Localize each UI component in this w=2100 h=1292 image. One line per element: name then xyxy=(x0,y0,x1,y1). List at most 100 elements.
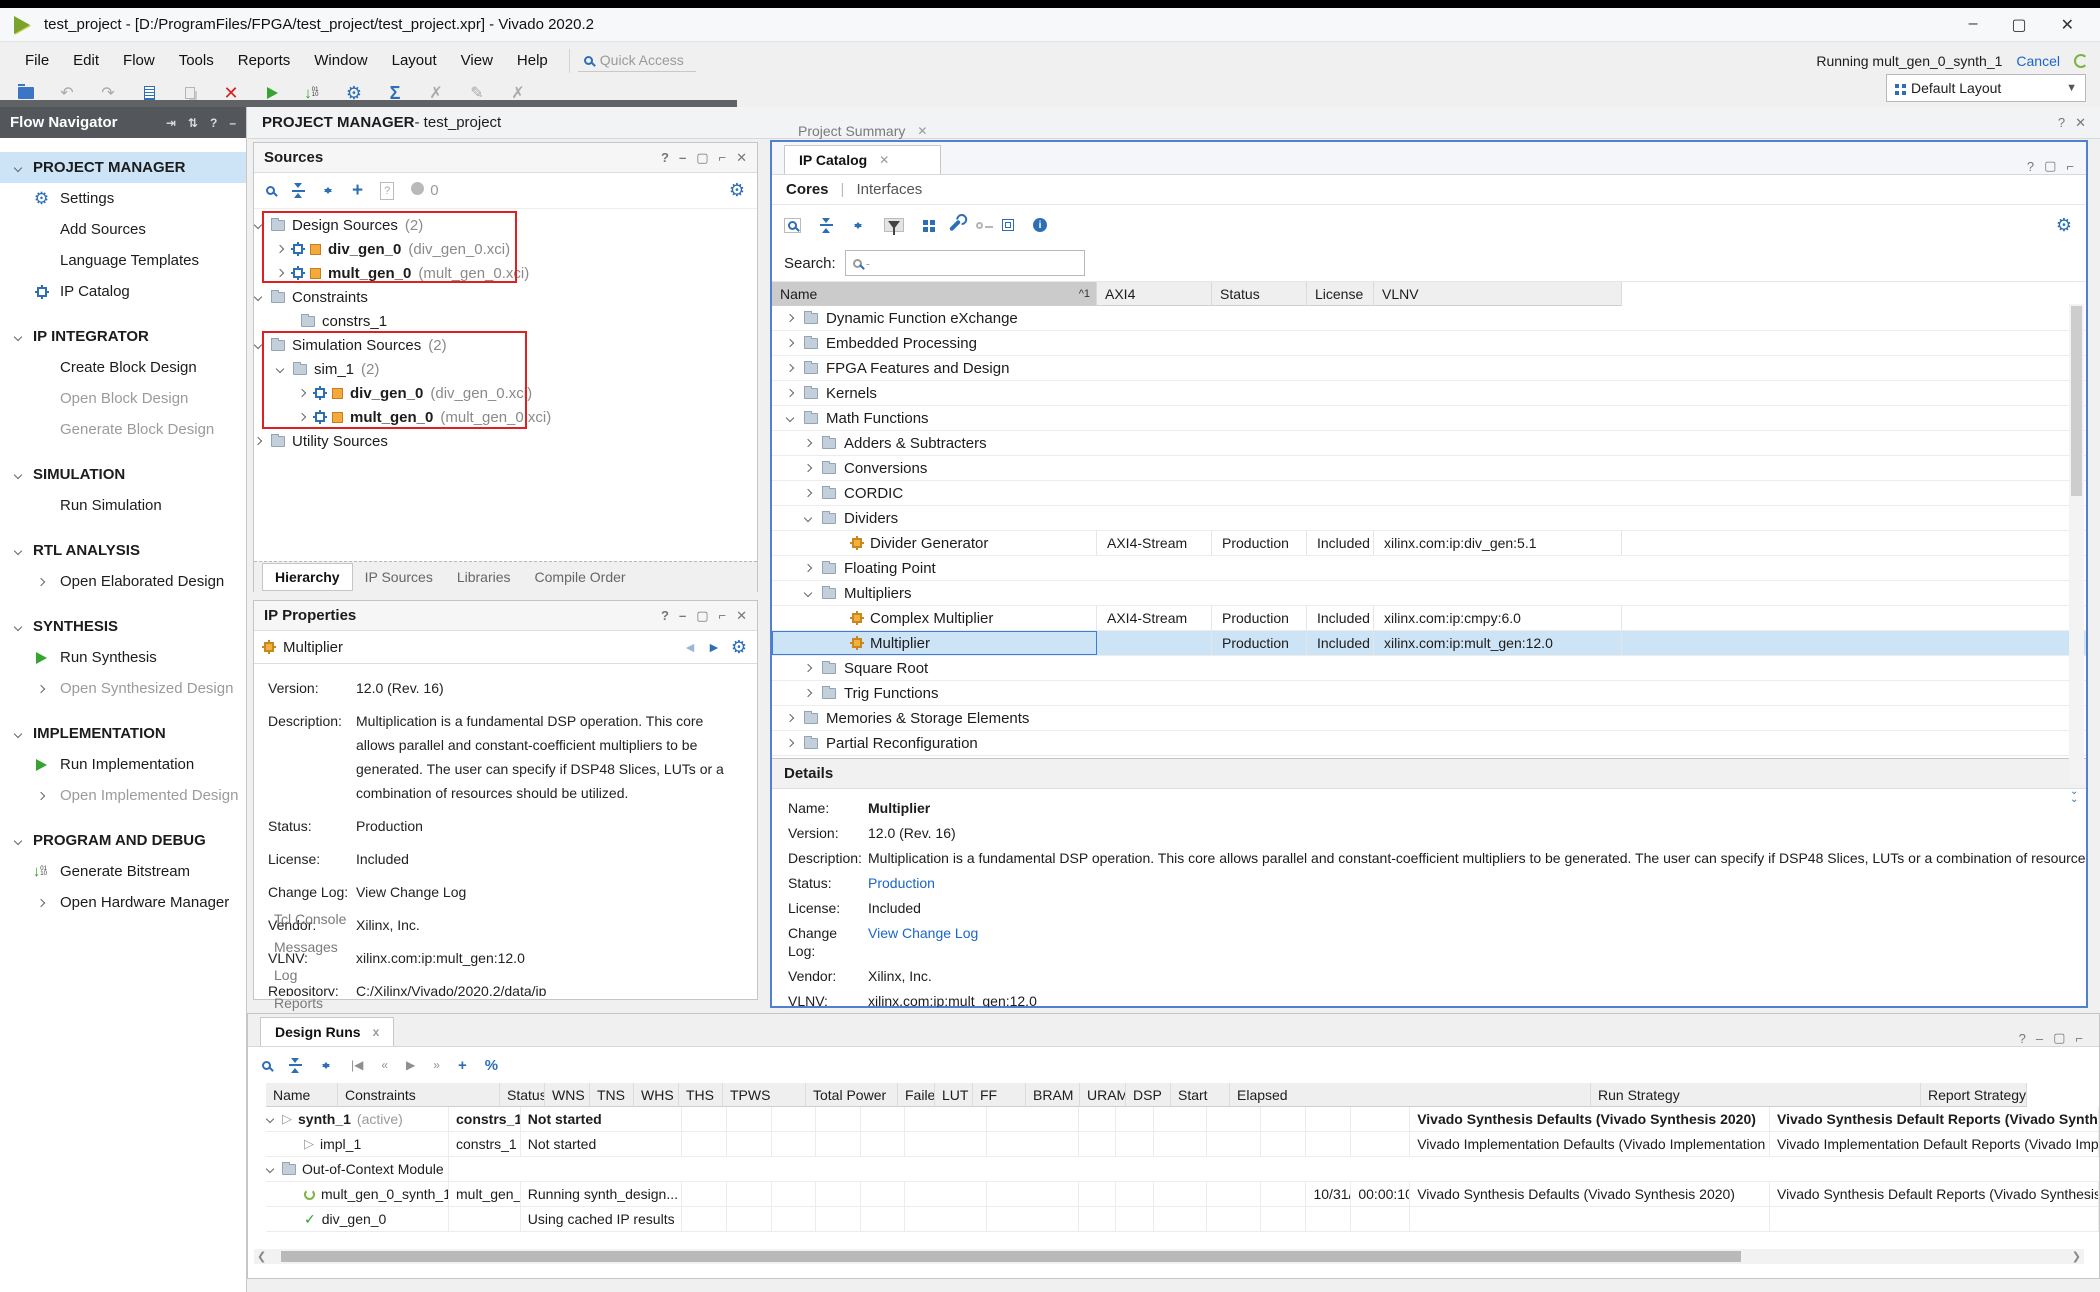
percent-icon[interactable]: % xyxy=(485,1057,498,1074)
column-header[interactable]: WNS xyxy=(545,1083,590,1107)
results-tab[interactable]: Design Runs x xyxy=(260,1017,394,1046)
expand-chevron-icon[interactable] xyxy=(834,613,844,623)
flow-nav-item[interactable]: Run Synthesis xyxy=(0,642,246,673)
sources-tab[interactable]: IP Sources xyxy=(353,564,445,590)
expand-chevron-icon[interactable] xyxy=(298,412,308,422)
menu-item[interactable]: Reports xyxy=(227,48,302,73)
column-header[interactable]: Constraints xyxy=(338,1083,500,1107)
menu-item[interactable]: Window xyxy=(303,48,378,73)
expand-chevron-icon[interactable] xyxy=(276,244,286,254)
column-header[interactable]: URAM xyxy=(1080,1083,1126,1107)
column-header-license[interactable]: License xyxy=(1307,282,1374,306)
document-tab[interactable]: IP Catalog ✕ xyxy=(784,145,941,174)
close-icon[interactable]: ✕ xyxy=(2061,15,2074,35)
customize-icon[interactable] xyxy=(949,219,961,231)
expand-chevron-icon[interactable] xyxy=(254,292,264,302)
close-icon[interactable]: ✕ xyxy=(2075,115,2086,131)
expand-chevron-icon[interactable] xyxy=(804,563,814,573)
column-header[interactable]: Report Strategy xyxy=(1921,1083,2027,1107)
close-panel-icon[interactable]: ✕ xyxy=(736,608,747,624)
flow-nav-item[interactable]: Add Sources xyxy=(0,214,246,245)
scrollbar-thumb[interactable] xyxy=(281,1251,1741,1262)
help-icon[interactable]: ? xyxy=(2019,1031,2026,1046)
layout-selector[interactable]: Default Layout ▼ xyxy=(1886,74,2086,102)
catalog-row[interactable]: Math Functions xyxy=(772,406,2086,431)
menu-item[interactable]: Help xyxy=(506,48,559,73)
catalog-row[interactable]: Partial Reconfiguration xyxy=(772,731,2086,756)
flow-nav-section-header[interactable]: IMPLEMENTATION xyxy=(0,718,246,749)
column-header[interactable]: Total Power xyxy=(806,1083,898,1107)
results-tab[interactable]: Log xyxy=(260,961,394,989)
expand-chevron-icon[interactable] xyxy=(786,338,796,348)
interfaces-tab[interactable]: Interfaces xyxy=(856,181,922,198)
catalog-search-input[interactable]: - xyxy=(845,250,1085,276)
scroll-down-icon[interactable]: ⌄⌄ xyxy=(2070,788,2078,804)
scroll-right-icon[interactable]: ❯ xyxy=(2069,1250,2084,1263)
flow-nav-item[interactable]: Create Block Design xyxy=(0,352,246,383)
close-tab-icon[interactable]: x xyxy=(373,1025,380,1039)
results-tab[interactable]: Reports xyxy=(260,989,394,1017)
column-header[interactable]: Elapsed xyxy=(1230,1083,1591,1107)
column-header[interactable]: TNS xyxy=(590,1083,634,1107)
expand-chevron-icon[interactable] xyxy=(834,638,844,648)
expand-chevron-icon[interactable] xyxy=(266,1164,276,1174)
source-tree-row[interactable]: Utility Sources xyxy=(254,429,757,453)
forward-arrow-icon[interactable]: ► xyxy=(707,639,721,655)
chevron-down-icon[interactable] xyxy=(14,836,24,846)
minimize-panel-icon[interactable]: – xyxy=(679,608,686,623)
expand-all-icon[interactable] xyxy=(322,183,335,198)
catalog-row[interactable]: FPGA Features and Design xyxy=(772,356,2086,381)
design-run-row[interactable]: mult_gen_0_synth_1 mult_gen_0 Running sy… xyxy=(266,1182,2099,1207)
chevron-down-icon[interactable] xyxy=(14,332,24,342)
expand-chevron-icon[interactable] xyxy=(804,688,814,698)
filter-incompatible-icon[interactable] xyxy=(888,221,900,229)
search-icon[interactable] xyxy=(266,186,275,195)
expand-chevron-icon[interactable] xyxy=(804,663,814,673)
catalog-row[interactable]: Multipliers xyxy=(772,581,2086,606)
expand-chevron-icon[interactable] xyxy=(804,463,814,473)
expand-chevron-icon[interactable] xyxy=(266,1114,276,1124)
settings-gear-icon[interactable] xyxy=(2056,215,2086,236)
flow-nav-section-header[interactable]: RTL ANALYSIS xyxy=(0,535,246,566)
catalog-row[interactable]: Dynamic Function eXchange xyxy=(772,306,2086,331)
expand-chevron-icon[interactable] xyxy=(786,363,796,373)
expand-chevron-icon[interactable] xyxy=(254,220,264,230)
menu-item[interactable]: Tools xyxy=(168,48,225,73)
expand-chevron-icon[interactable] xyxy=(834,538,844,548)
column-header[interactable]: Status xyxy=(500,1083,545,1107)
flow-nav-section-header[interactable]: PROGRAM AND DEBUG xyxy=(0,825,246,856)
column-header[interactable]: TPWS xyxy=(723,1083,806,1107)
help-icon[interactable]: ? xyxy=(661,608,669,623)
flow-nav-item[interactable]: Open Synthesized Design xyxy=(0,673,246,704)
flow-nav-item[interactable]: Open Implemented Design xyxy=(0,780,246,811)
results-tab[interactable]: Tcl Console xyxy=(260,905,394,933)
menu-item[interactable]: Edit xyxy=(62,48,110,73)
vertical-scrollbar[interactable]: ⌄⌄ xyxy=(2069,304,2084,784)
expand-chevron-icon[interactable] xyxy=(786,388,796,398)
flow-nav-section-header[interactable]: IP INTEGRATOR xyxy=(0,321,246,352)
scroll-left-icon[interactable]: ❮ xyxy=(254,1250,269,1263)
expand-chevron-icon[interactable] xyxy=(288,1189,298,1199)
minimize-icon[interactable]: – xyxy=(1969,15,1978,35)
menu-item[interactable]: View xyxy=(450,48,504,73)
column-header[interactable]: FF xyxy=(973,1083,1026,1107)
column-header[interactable]: THS xyxy=(679,1083,723,1107)
flow-nav-item[interactable]: Open Block Design xyxy=(0,383,246,414)
catalog-row[interactable]: Adders & Subtracters xyxy=(772,431,2086,456)
document-tab[interactable]: Project Summary ✕ xyxy=(784,117,941,145)
flow-nav-item[interactable]: Open Hardware Manager xyxy=(0,887,246,918)
flow-nav-item[interactable]: Open Elaborated Design xyxy=(0,566,246,597)
column-header[interactable]: Start xyxy=(1171,1083,1230,1107)
catalog-row[interactable]: Embedded Processing xyxy=(772,331,2086,356)
horizontal-scrollbar[interactable]: ❮ ❯ xyxy=(254,1249,2084,1264)
source-tree-row[interactable]: constrs_1 xyxy=(254,309,757,333)
help-icon[interactable]: ? xyxy=(2027,159,2034,174)
help-icon[interactable]: ? xyxy=(2058,115,2065,130)
catalog-row[interactable]: Square Root xyxy=(772,656,2086,681)
column-header[interactable]: Failed Routes xyxy=(898,1083,935,1107)
design-run-row[interactable]: ▷ synth_1 (active) constrs_1 Not started xyxy=(266,1107,2099,1132)
sources-tab[interactable]: Libraries xyxy=(445,564,523,590)
collapse-all-icon[interactable] xyxy=(292,183,305,198)
group-by-icon[interactable] xyxy=(923,220,928,225)
float-panel-icon[interactable]: ⌐ xyxy=(719,150,727,165)
